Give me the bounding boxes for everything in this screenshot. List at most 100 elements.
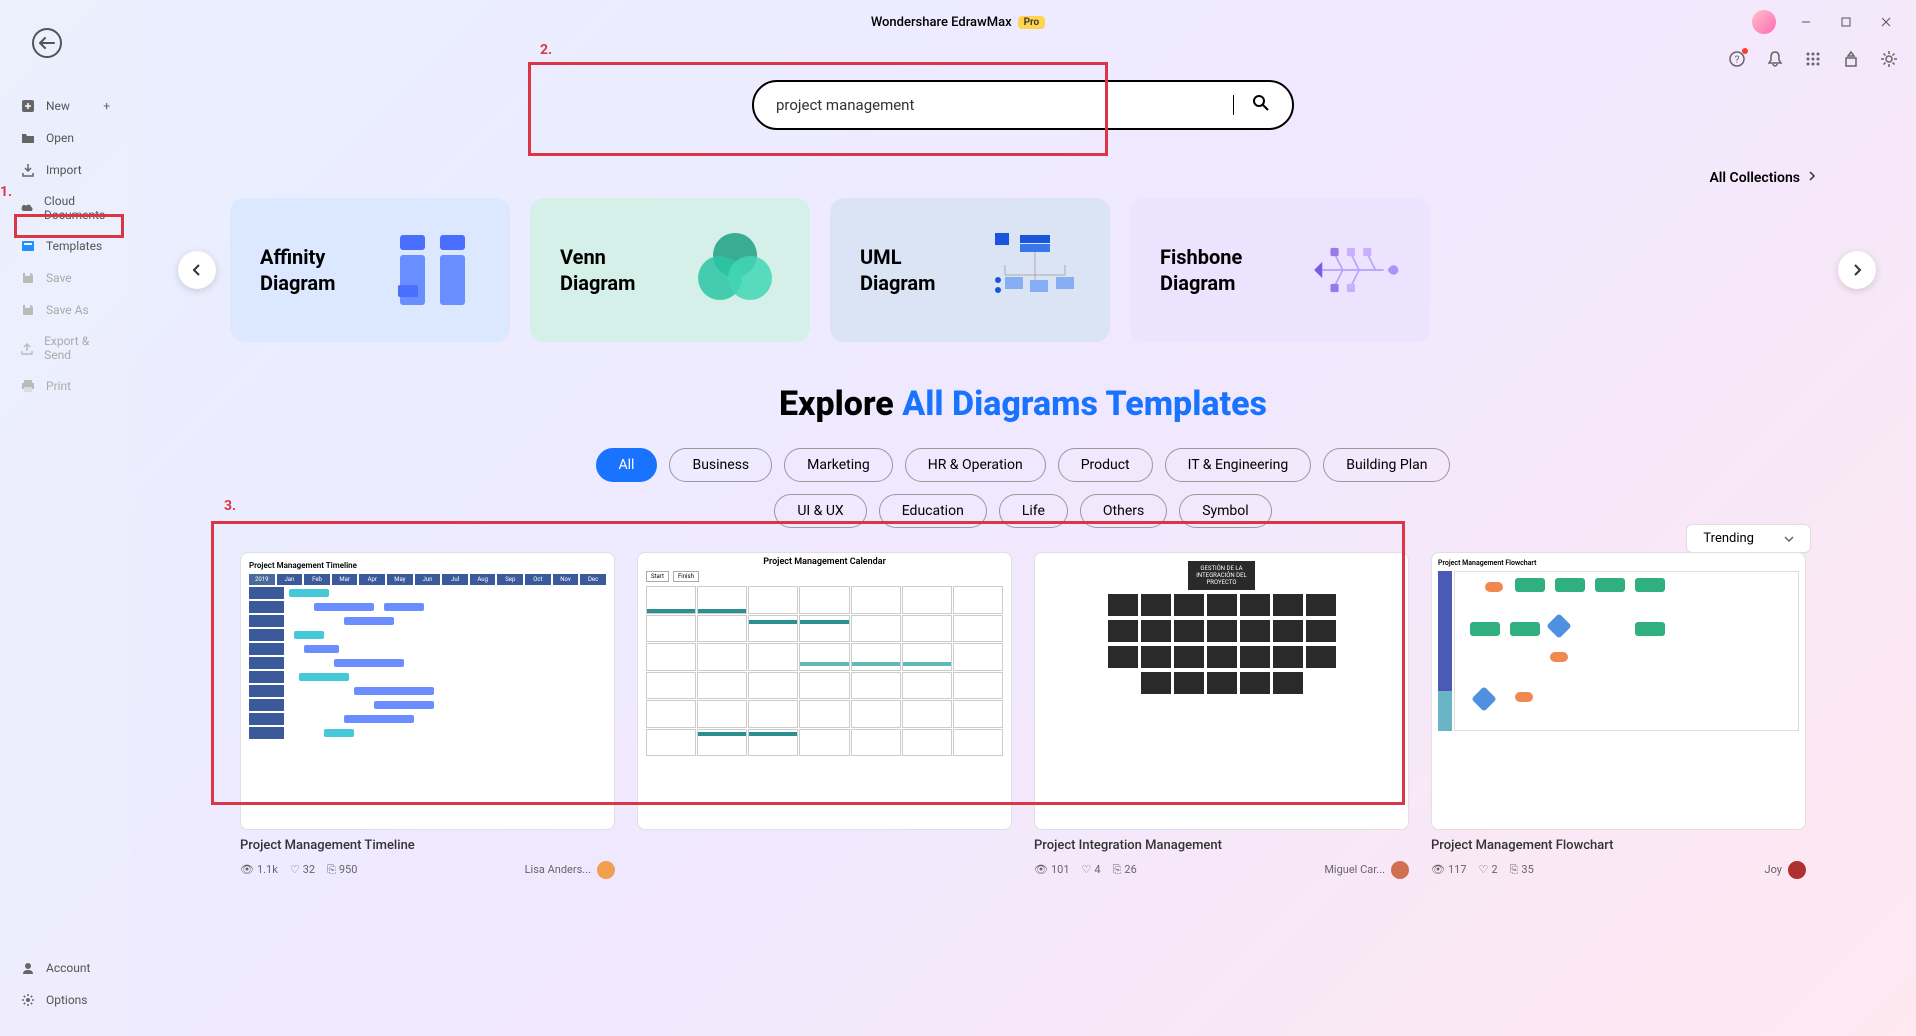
templates-icon [20, 238, 36, 254]
category-title: UML Diagram [860, 244, 970, 296]
venn-diagram-icon [690, 230, 780, 310]
template-card[interactable]: GESTIÓN DE LAINTEGRACIÓN DELPROYECTO P [1034, 552, 1409, 879]
template-card[interactable]: Project Management Timeline 2019JanFebMa… [240, 552, 615, 879]
pro-badge: Pro [1018, 16, 1046, 29]
chevron-right-icon [1808, 170, 1816, 186]
main-content: All Collections Affinity Diagram Venn Di… [130, 44, 1916, 1036]
sidebar-item-print: Print [0, 370, 130, 402]
sidebar-bottom: Account Options [0, 952, 130, 1016]
sidebar-item-label: Save [46, 271, 72, 285]
search-icon[interactable] [1252, 94, 1270, 116]
sidebar-item-save: Save [0, 262, 130, 294]
maximize-button[interactable] [1826, 6, 1866, 38]
cloud-icon [20, 200, 34, 216]
category-card-affinity[interactable]: Affinity Diagram [230, 198, 510, 342]
all-collections-label: All Collections [1709, 170, 1800, 186]
filter-it-engineering[interactable]: IT & Engineering [1165, 448, 1312, 482]
template-stats: 👁1.1k ♡32 ⎘950 Lisa Anders... [240, 861, 615, 879]
template-thumbnail: Project Management Calendar StartFinish [637, 552, 1012, 830]
filter-hr-operation[interactable]: HR & Operation [905, 448, 1046, 482]
sidebar: New + Open Import Cloud Documents Templa… [0, 0, 130, 1036]
sort-dropdown[interactable]: Trending [1686, 524, 1811, 553]
heart-icon: ♡ [1082, 863, 1092, 876]
search-separator [1233, 95, 1234, 115]
sidebar-item-open[interactable]: Open [0, 122, 130, 154]
sidebar-item-label: Templates [46, 239, 102, 253]
filter-others[interactable]: Others [1080, 494, 1167, 528]
sidebar-item-options[interactable]: Options [0, 984, 130, 1016]
heart-icon: ♡ [1479, 863, 1489, 876]
template-stats: 👁117 ♡2 ⎘35 Joy [1431, 861, 1806, 879]
user-avatar[interactable] [1752, 10, 1776, 34]
template-card[interactable]: Project Management Flowchart [1431, 552, 1806, 879]
sidebar-item-label: New [46, 99, 70, 113]
views-count: 101 [1051, 863, 1070, 876]
filter-ui-ux[interactable]: UI & UX [774, 494, 866, 528]
thumb-title: Project Management Timeline [249, 561, 606, 570]
filter-marketing[interactable]: Marketing [784, 448, 893, 482]
category-card-fishbone[interactable]: Fishbone Diagram [1130, 198, 1430, 342]
filter-life[interactable]: Life [999, 494, 1068, 528]
filter-business[interactable]: Business [669, 448, 772, 482]
sidebar-item-import[interactable]: Import [0, 154, 130, 186]
fishbone-diagram-icon [1310, 230, 1400, 310]
all-collections-link[interactable]: All Collections [1709, 170, 1816, 186]
author-name: Lisa Anders... [525, 863, 591, 876]
app-name-text: Wondershare EdrawMax [871, 15, 1012, 30]
thumb-title: Project Management Flowchart [1438, 559, 1799, 567]
sidebar-item-templates[interactable]: Templates [0, 230, 130, 262]
template-stats: 👁101 ♡4 ⎘26 Miguel Car... [1034, 861, 1409, 879]
category-card-venn[interactable]: Venn Diagram [530, 198, 810, 342]
template-card[interactable]: Project Management Calendar StartFinish [637, 552, 1012, 879]
sidebar-item-label: Options [46, 993, 88, 1007]
filter-symbol[interactable]: Symbol [1179, 494, 1271, 528]
sidebar-item-new[interactable]: New + [0, 90, 130, 122]
template-thumbnail: GESTIÓN DE LAINTEGRACIÓN DELPROYECTO [1034, 552, 1409, 830]
export-icon [20, 340, 34, 356]
template-thumbnail: Project Management Flowchart [1431, 552, 1806, 830]
filter-education[interactable]: Education [879, 494, 987, 528]
account-icon [20, 960, 36, 976]
folder-icon [20, 130, 36, 146]
sidebar-item-export-send: Export & Send [0, 326, 130, 370]
copies-count: 950 [339, 863, 358, 876]
likes-count: 32 [303, 863, 315, 876]
sidebar-item-label: Cloud Documents [44, 194, 110, 222]
copy-icon: ⎘ [1510, 863, 1519, 877]
filter-row-1: All Business Marketing HR & Operation Pr… [563, 448, 1483, 482]
add-new-icon[interactable]: + [103, 99, 110, 113]
templates-grid: Project Management Timeline 2019JanFebMa… [130, 552, 1916, 879]
views-count: 117 [1448, 863, 1467, 876]
sidebar-item-label: Export & Send [44, 334, 110, 362]
copies-count: 35 [1521, 863, 1533, 876]
eye-icon: 👁 [1034, 863, 1048, 876]
import-icon [20, 162, 36, 178]
carousel-prev-button[interactable] [178, 251, 216, 289]
eye-icon: 👁 [240, 863, 254, 876]
uml-diagram-icon [990, 230, 1080, 310]
copies-count: 26 [1124, 863, 1136, 876]
thumb-title: Project Management Calendar [646, 557, 1003, 567]
window-controls [1752, 6, 1906, 38]
author-name: Joy [1765, 863, 1782, 876]
minimize-button[interactable] [1786, 6, 1826, 38]
filter-product[interactable]: Product [1058, 448, 1153, 482]
plus-box-icon [20, 98, 36, 114]
save-as-icon [20, 302, 36, 318]
search-input[interactable] [776, 96, 1233, 114]
carousel-next-button[interactable] [1838, 251, 1876, 289]
template-thumbnail: Project Management Timeline 2019JanFebMa… [240, 552, 615, 830]
filter-row-2: UI & UX Education Life Others Symbol [563, 494, 1483, 528]
sidebar-item-account[interactable]: Account [0, 952, 130, 984]
category-card-uml[interactable]: UML Diagram [830, 198, 1110, 342]
options-icon [20, 992, 36, 1008]
filter-building-plan[interactable]: Building Plan [1323, 448, 1450, 482]
copy-icon: ⎘ [327, 863, 336, 877]
category-title: Affinity Diagram [260, 244, 370, 296]
sort-value: Trending [1703, 531, 1754, 546]
sidebar-item-cloud-documents[interactable]: Cloud Documents [0, 186, 130, 230]
heart-icon: ♡ [290, 863, 300, 876]
filter-all[interactable]: All [596, 448, 658, 482]
close-button[interactable] [1866, 6, 1906, 38]
views-count: 1.1k [257, 863, 278, 876]
